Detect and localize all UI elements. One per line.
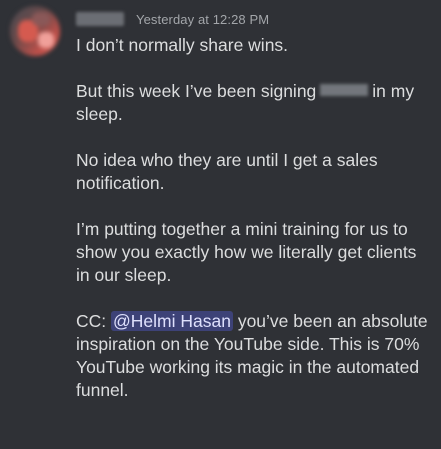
timestamp[interactable]: Yesterday at 12:28 PM [136,12,269,27]
username-redacted[interactable] [76,12,124,26]
user-mention[interactable]: @Helmi Hasan [111,311,233,331]
message-paragraph-5: CC: @Helmi Hasan you’ve been an absolute… [76,310,432,402]
message-paragraph-3: No idea who they are until I get a sales… [76,150,378,193]
avatar[interactable] [10,6,60,56]
message-paragraph-4: I’m putting together a mini training for… [76,219,417,285]
message-paragraph-2: But this week I’ve been signing in my sle… [76,80,432,126]
message-content: I don’t normally share wins. But this we… [76,34,432,425]
message-header: Yesterday at 12:28 PM [76,8,269,30]
paragraph-2-text-start: But this week I’ve been signing [76,81,317,101]
message-paragraph-1: I don’t normally share wins. [76,35,289,55]
chat-message: Yesterday at 12:28 PM I don’t normally s… [0,0,441,449]
cc-label: CC: [76,311,107,331]
redacted-text [320,84,369,96]
